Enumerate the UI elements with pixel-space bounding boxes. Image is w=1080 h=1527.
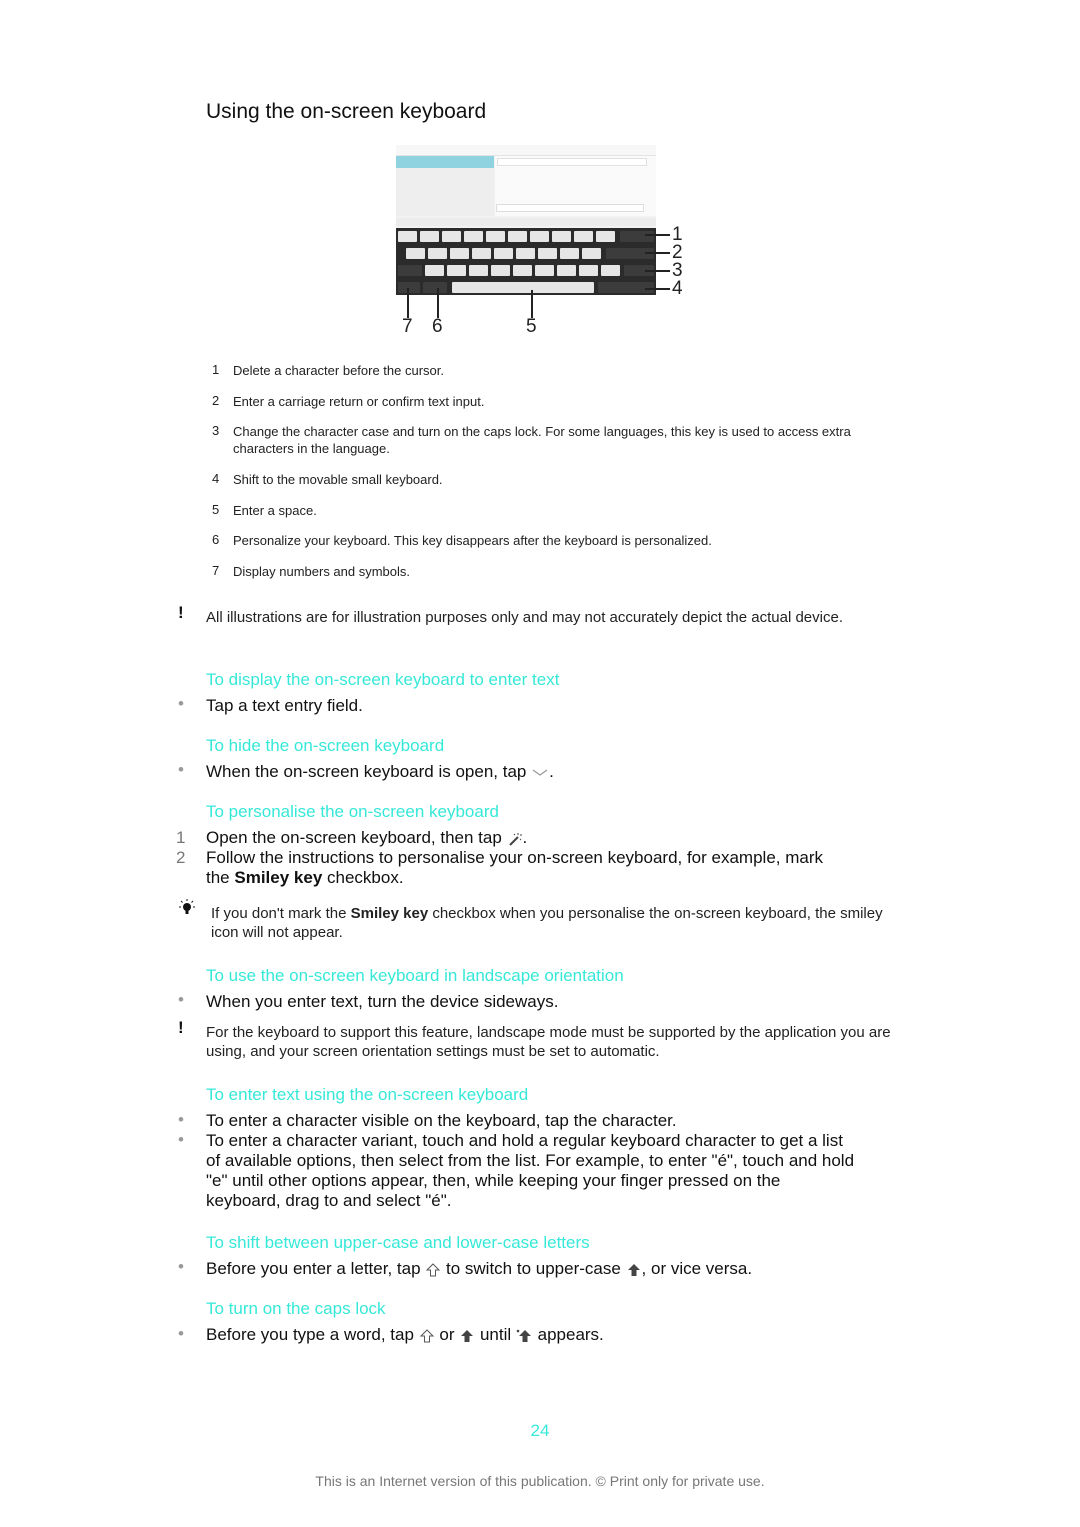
enter-step-2: To enter a character variant, touch and … — [206, 1131, 855, 1210]
letter-key — [552, 231, 571, 242]
letter-key — [420, 231, 439, 242]
letter-key — [425, 265, 444, 276]
callout-line-5 — [531, 290, 533, 318]
letter-key — [491, 265, 510, 276]
landscape-step: When you enter text, turn the device sid… — [206, 992, 559, 1011]
illustration-note: All illustrations are for illustration p… — [206, 609, 843, 626]
legend-item: 1 Delete a character before the cursor. — [212, 362, 445, 378]
legend-item: 5 Enter a space. — [212, 502, 317, 518]
callout-line-2 — [645, 252, 670, 254]
callout-line-6 — [437, 288, 439, 318]
bullet-icon: • — [178, 1110, 184, 1129]
shift-filled-icon — [627, 1263, 640, 1276]
heading-caps-lock: To turn on the caps lock — [206, 1299, 386, 1318]
letter-key — [442, 231, 461, 242]
tip-lightbulb-icon — [179, 899, 195, 914]
caps-lock-icon — [516, 1329, 531, 1342]
landscape-note: For the keyboard to support this feature… — [206, 1024, 891, 1060]
callout-6: 6 — [432, 316, 443, 337]
caps-step: Before you type a word, tap or until app… — [206, 1325, 604, 1344]
symbols-key — [398, 282, 420, 293]
keyboard — [396, 228, 656, 295]
callout-4: 4 — [672, 278, 683, 299]
bullet-icon: • — [178, 1257, 184, 1276]
shift-step: Before you enter a letter, tap to switch… — [206, 1259, 753, 1278]
legend-item: 6 Personalize your keyboard. This key dis… — [212, 532, 712, 548]
bullet-icon: • — [178, 990, 184, 1009]
heading-shift-case: To shift between upper-case and lower-ca… — [206, 1233, 590, 1252]
footer-notice: This is an Internet version of this publ… — [315, 1473, 765, 1489]
suggestion-strip — [396, 218, 656, 226]
personalise-step-2: Follow the instructions to personalise y… — [206, 848, 824, 887]
shift-key — [398, 265, 422, 276]
letter-key — [464, 231, 483, 242]
smiley-tip: If you don't mark the Smiley key checkbo… — [211, 905, 883, 941]
hide-step: When the on-screen keyboard is open, tap… — [206, 762, 554, 781]
callout-7: 7 — [402, 316, 413, 337]
heading-display-keyboard: To display the on-screen keyboard to ent… — [206, 670, 560, 689]
letter-key — [513, 265, 532, 276]
page-title: Using the on-screen keyboard — [206, 100, 487, 123]
space-key — [452, 282, 594, 293]
warning-icon: ! — [178, 1018, 184, 1037]
letter-key — [508, 231, 527, 242]
enter-step-1: To enter a character visible on the keyb… — [206, 1111, 677, 1130]
heading-personalise-keyboard: To personalise the on-screen keyboard — [206, 802, 499, 821]
display-step: Tap a text entry field. — [206, 696, 363, 715]
legend-item: 7 Display numbers and symbols. — [212, 563, 411, 579]
warning-icon: ! — [178, 603, 184, 622]
message-field — [496, 204, 644, 212]
letter-key — [530, 231, 549, 242]
letter-key — [406, 248, 425, 259]
letter-key — [450, 248, 469, 259]
shift-filled-icon — [461, 1329, 474, 1342]
bullet-icon: • — [178, 1130, 184, 1149]
callout-5: 5 — [526, 316, 537, 337]
heading-enter-text: To enter text using the on-screen keyboa… — [206, 1085, 529, 1104]
bullet-icon: • — [178, 694, 184, 713]
personalize-key — [423, 282, 447, 293]
legend-item: 4 Shift to the movable small keyboard. — [212, 471, 443, 487]
letter-key — [472, 248, 491, 259]
shift-outline-icon — [426, 1262, 441, 1277]
shift-outline-icon — [419, 1328, 434, 1343]
callout-line-1 — [645, 234, 670, 236]
letter-key — [447, 265, 466, 276]
personalise-step-1: Open the on-screen keyboard, then tap . — [206, 828, 528, 847]
bullet-icon: • — [178, 760, 184, 779]
heading-hide-keyboard: To hide the on-screen keyboard — [206, 736, 445, 755]
app-bar — [396, 145, 656, 156]
letter-key — [574, 231, 593, 242]
letter-key — [582, 248, 601, 259]
magic-wand-icon — [508, 832, 522, 846]
letter-key — [538, 248, 557, 259]
callout-line-4 — [645, 288, 670, 290]
letter-key — [557, 265, 576, 276]
letter-key — [596, 231, 615, 242]
letter-key — [560, 248, 579, 259]
letter-key — [579, 265, 598, 276]
letter-key — [398, 231, 417, 242]
new-message-item — [396, 156, 494, 168]
step-number: 1 — [176, 828, 186, 847]
legend-item: 2 Enter a carriage return or confirm text… — [212, 393, 485, 409]
letter-key — [486, 231, 505, 242]
letter-key — [535, 265, 554, 276]
keyboard-illustration — [396, 145, 656, 295]
letter-key — [469, 265, 488, 276]
recipient-field — [497, 158, 647, 166]
page-number: 24 — [530, 1421, 550, 1440]
bullet-icon: • — [178, 1324, 184, 1343]
letter-key — [601, 265, 620, 276]
backspace-key — [620, 231, 654, 242]
callout-line-3 — [645, 270, 670, 272]
step-number: 2 — [176, 848, 186, 867]
letter-key — [516, 248, 535, 259]
legend-item: 3 Change the character case and turn on t… — [212, 423, 851, 456]
letter-key — [494, 248, 513, 259]
letter-key — [428, 248, 447, 259]
chevron-down-icon — [532, 769, 548, 776]
heading-landscape: To use the on-screen keyboard in landsca… — [206, 966, 624, 985]
callout-line-7 — [407, 288, 409, 318]
